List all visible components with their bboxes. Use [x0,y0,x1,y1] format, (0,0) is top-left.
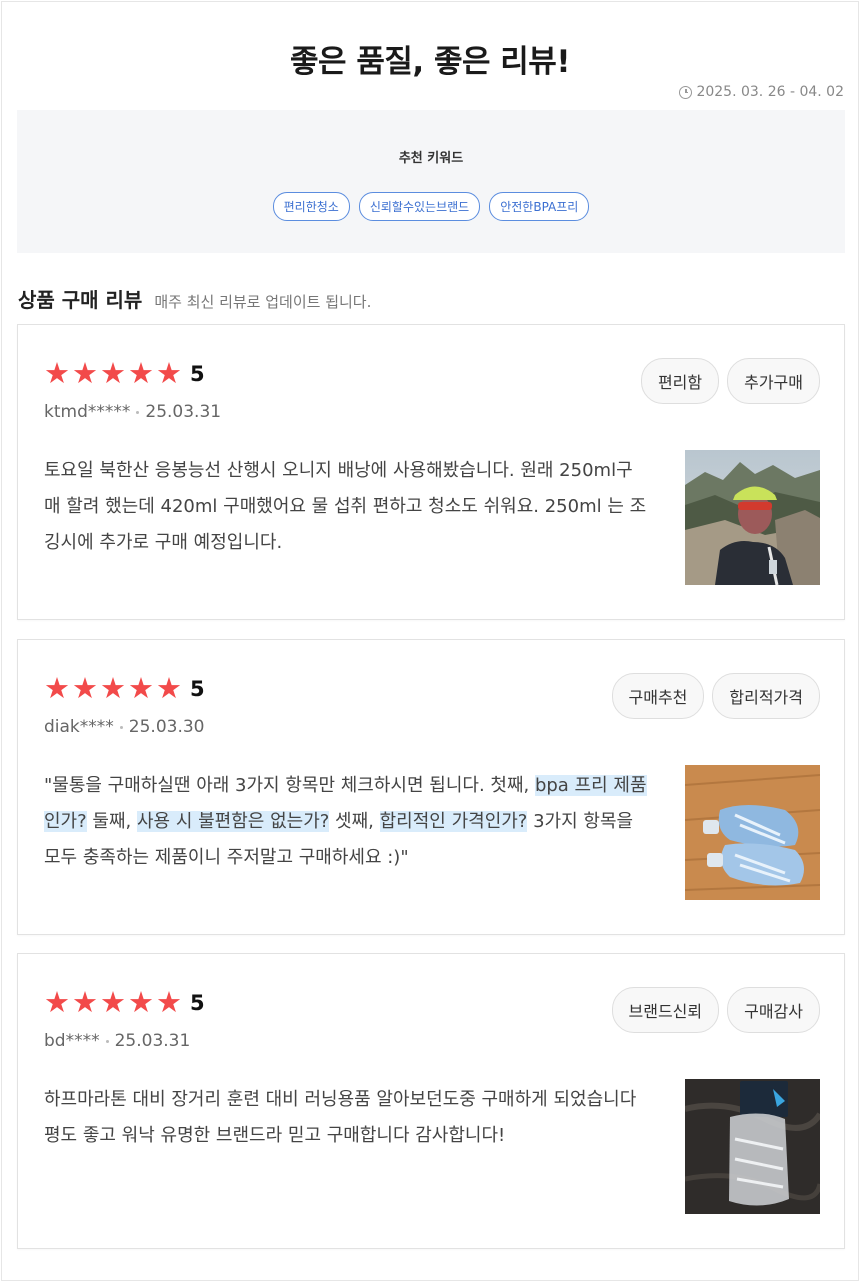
review-tag: 구매추천 [611,673,705,719]
star-icon: ★ [100,671,126,705]
rating-score: 5 [190,676,205,701]
review-meta: ktmd***** 25.03.31 [44,402,221,422]
star-icon: ★ [72,671,98,705]
review-tag: 추가구매 [727,358,820,404]
keywords-title: 추천 키워드 [398,151,464,166]
review-text-part: 둘째, [86,811,137,832]
star-rating: ★ ★ ★ ★ ★ [44,674,182,703]
page: 좋은 품질, 좋은 리뷰! 2025. 03. 26 - 04. 02 추천 키… [1,1,859,1281]
highlighted-phrase: 사용 시 불편함은 없는가? [136,811,330,832]
star-icon: ★ [128,356,154,390]
star-icon: ★ [128,985,154,1019]
keyword-chip-list: 편리한청소 신뢰할수있는브랜드 안전한BPA프리 [17,192,845,221]
reviews-section-header: 상품 구매 리뷰 매주 최신 리뷰로 업데이트 됩니다. [18,284,371,313]
hiker-photo-icon [685,450,820,585]
product-package-photo-icon [685,1079,820,1214]
review-tags: 편리함 추가구매 [640,358,820,404]
review-tag: 구매감사 [727,987,820,1033]
review-tag: 브랜드신뢰 [611,987,720,1033]
review-meta: diak**** 25.03.30 [44,717,204,737]
review-text-part: 셋째, [329,811,380,832]
review-card: ★ ★ ★ ★ ★ 5 ktmd***** 25.03.31 편리함 추가구매 … [17,324,845,620]
separator-dot [105,1039,109,1043]
rating-score: 5 [190,990,205,1015]
star-icon: ★ [100,356,126,390]
star-icon: ★ [156,671,182,705]
star-icon: ★ [156,356,182,390]
section-title: 상품 구매 리뷰 [18,288,143,312]
section-subtitle: 매주 최신 리뷰로 업데이트 됩니다. [154,293,372,311]
keyword-chip[interactable]: 신뢰할수있는브랜드 [358,192,481,221]
review-date: 25.03.30 [128,717,205,737]
date-range-text: 2025. 03. 26 - 04. 02 [696,84,844,100]
star-icon: ★ [44,356,70,390]
star-icon: ★ [44,985,70,1019]
review-tag: 편리함 [640,358,720,404]
review-text: "물통을 구매하실땐 아래 3가지 항목만 체크하시면 됩니다. 첫째, bpa… [44,768,649,876]
review-tags: 브랜드신뢰 구매감사 [611,987,820,1033]
review-card: ★ ★ ★ ★ ★ 5 diak**** 25.03.30 구매추천 합리적가격… [17,639,845,935]
review-text: 하프마라톤 대비 장거리 훈련 대비 러닝용품 알아보던도중 구매하게 되었습니… [44,1089,637,1146]
review-photo[interactable] [685,450,820,585]
star-icon: ★ [100,985,126,1019]
review-tags: 구매추천 합리적가격 [611,673,820,719]
review-meta: bd**** 25.03.31 [44,1031,190,1051]
page-title: 좋은 품질, 좋은 리뷰! [290,44,570,80]
review-date: 25.03.31 [114,1031,191,1051]
rating-score: 5 [190,361,205,386]
highlighted-phrase: 합리적인 가격인가? [379,811,528,832]
star-icon: ★ [44,671,70,705]
bottles-photo-icon [685,765,820,900]
reviewer-name: diak**** [44,717,114,737]
star-rating: ★ ★ ★ ★ ★ [44,988,182,1017]
review-date: 25.03.31 [145,402,222,422]
date-range: 2025. 03. 26 - 04. 02 [679,84,844,100]
separator-dot [119,725,123,729]
clock-icon [679,85,693,99]
star-icon: ★ [128,671,154,705]
review-text: 토요일 북한산 응봉능선 산행시 오니지 배낭에 사용해봤습니다. 원래 250… [44,460,647,553]
keyword-chip[interactable]: 편리한청소 [272,192,350,221]
reviewer-name: ktmd***** [44,402,131,422]
keyword-chip[interactable]: 안전한BPA프리 [489,192,590,221]
review-card: ★ ★ ★ ★ ★ 5 bd**** 25.03.31 브랜드신뢰 구매감사 하… [17,953,845,1249]
review-text-part: "물통을 구매하실땐 아래 3가지 항목만 체크하시면 됩니다. 첫째, [44,775,535,796]
rating: ★ ★ ★ ★ ★ 5 [44,359,205,388]
review-photo[interactable] [685,1079,820,1214]
review-photo[interactable] [685,765,820,900]
reviewer-name: bd**** [44,1031,100,1051]
review-tag: 합리적가격 [712,673,820,719]
star-icon: ★ [72,985,98,1019]
recommended-keywords-panel: 추천 키워드 편리한청소 신뢰할수있는브랜드 안전한BPA프리 [17,110,845,253]
star-icon: ★ [72,356,98,390]
rating: ★ ★ ★ ★ ★ 5 [44,988,205,1017]
separator-dot [136,410,140,414]
star-icon: ★ [156,985,182,1019]
star-rating: ★ ★ ★ ★ ★ [44,359,182,388]
rating: ★ ★ ★ ★ ★ 5 [44,674,205,703]
